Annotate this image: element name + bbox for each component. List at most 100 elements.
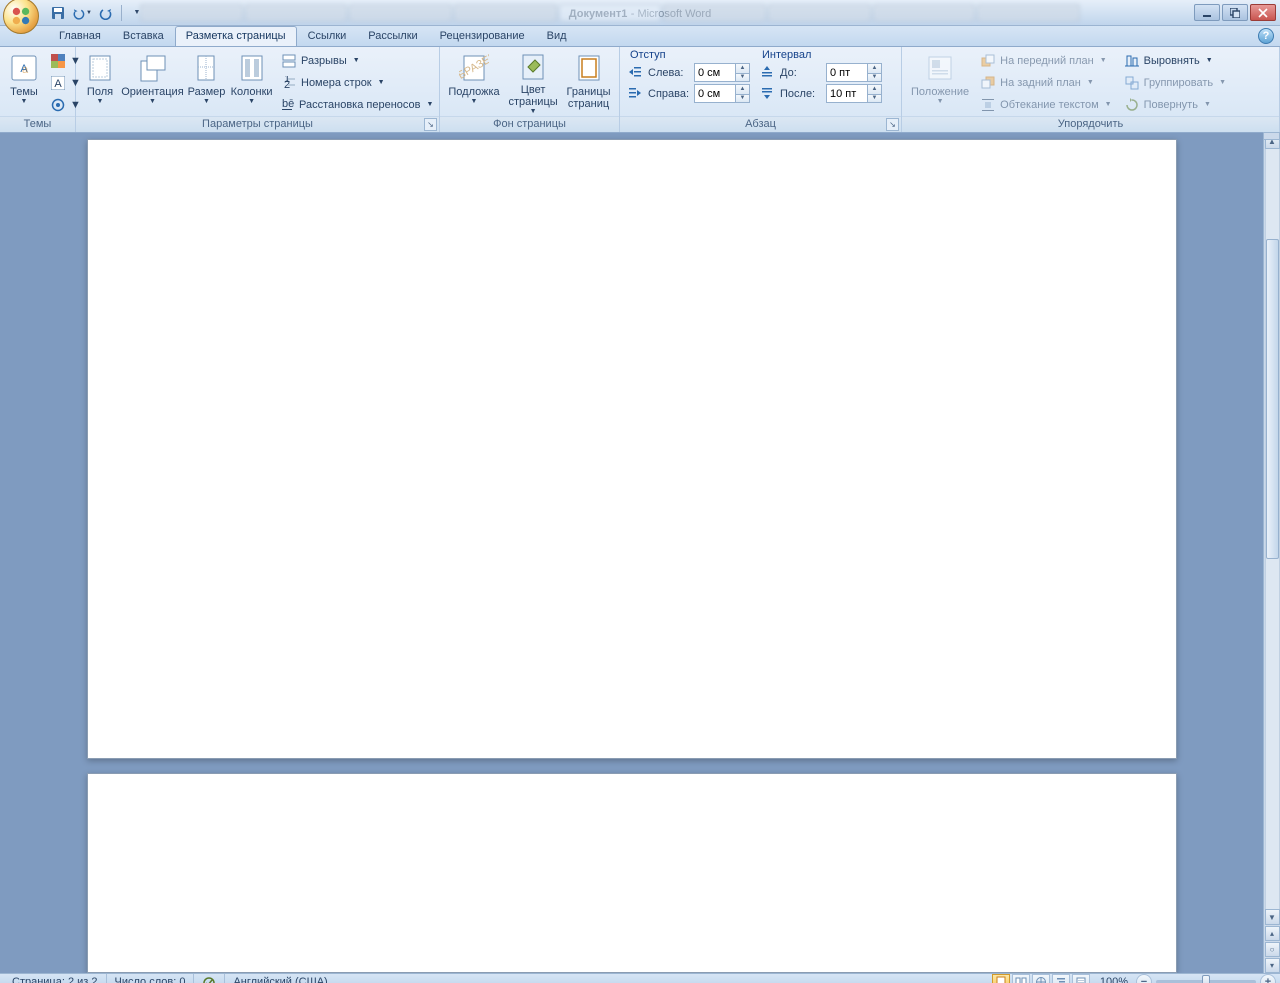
document-page-2[interactable] [87, 773, 1177, 973]
watermark-icon: ОБРАЗЕЦ [458, 52, 490, 84]
bring-front-icon [980, 53, 996, 69]
tab-references[interactable]: Ссылки [297, 26, 358, 46]
page-color-button[interactable]: Цвет страницы▼ [504, 49, 562, 115]
spacing-after-input[interactable] [827, 85, 867, 102]
office-button[interactable] [3, 0, 39, 34]
spacing-header: Интервал [760, 49, 882, 61]
page-setup-dialog-launcher[interactable] [424, 118, 437, 131]
columns-button[interactable]: Колонки▼ [228, 49, 275, 115]
group-button[interactable]: Группировать▼ [1120, 72, 1230, 93]
breaks-icon [281, 53, 297, 69]
print-layout-view-button[interactable] [992, 974, 1010, 983]
previous-page-button[interactable]: ▴ [1265, 926, 1280, 941]
group-paragraph: Отступ Слева: ▲▼ Справа: ▲▼ Интервал До: [620, 47, 902, 132]
web-layout-view-button[interactable] [1032, 974, 1050, 983]
size-icon [190, 52, 222, 84]
window-controls [1194, 4, 1276, 21]
orientation-button[interactable]: Ориентация▼ [120, 49, 185, 115]
document-workspace: ▲ ▼ ▴ ○ ▾ [0, 133, 1280, 973]
margins-button[interactable]: Поля▼ [80, 49, 120, 115]
svg-text:a: a [22, 64, 29, 76]
indent-left-input[interactable] [695, 64, 735, 81]
page-color-icon [517, 52, 549, 82]
spacing-after-spinner[interactable]: ▲▼ [826, 84, 882, 103]
indent-right-icon [628, 86, 644, 102]
document-scroll-area[interactable] [0, 133, 1263, 973]
next-page-button[interactable]: ▾ [1265, 958, 1280, 973]
scroll-track[interactable] [1265, 149, 1280, 909]
vertical-scrollbar[interactable]: ▲ ▼ ▴ ○ ▾ [1263, 133, 1280, 973]
zoom-in-button[interactable]: + [1260, 974, 1276, 983]
background-browser-tabs [140, 0, 1080, 26]
watermark-button[interactable]: ОБРАЗЕЦ Подложка▼ [444, 49, 504, 115]
position-button[interactable]: Положение▼ [906, 49, 974, 115]
bring-to-front-button[interactable]: На передний план▼ [976, 50, 1115, 71]
spacing-before-icon [760, 65, 776, 81]
rotate-button[interactable]: Повернуть▼ [1120, 94, 1230, 115]
hyphenation-button[interactable]: bēРасстановка переносов▼ [277, 94, 433, 115]
zoom-slider-handle[interactable] [1202, 975, 1210, 983]
maximize-button[interactable] [1222, 4, 1248, 21]
tab-insert[interactable]: Вставка [112, 26, 175, 46]
zoom-controls: 100% − + [1096, 974, 1276, 983]
spacing-before-label: До: [780, 67, 822, 79]
group-themes: Aa Темы ▼ ▼ A▼ ▼ Темы [0, 47, 76, 132]
spacing-before-input[interactable] [827, 64, 867, 81]
tab-review[interactable]: Рецензирование [429, 26, 536, 46]
group-page-setup: Поля▼ Ориентация▼ Размер▼ Колонки▼ Разры… [76, 47, 440, 132]
breaks-button[interactable]: Разрывы▼ [277, 50, 433, 71]
tab-view[interactable]: Вид [536, 26, 578, 46]
group-arrange: Положение▼ На передний план▼ На задний п… [902, 47, 1280, 132]
spacing-after-label: После: [780, 88, 822, 100]
language-indicator[interactable]: Английский (США) [225, 974, 335, 983]
help-button[interactable]: ? [1258, 28, 1274, 44]
line-numbers-icon: 12 [281, 75, 297, 91]
scroll-down-button[interactable]: ▼ [1265, 909, 1280, 925]
orientation-icon [136, 52, 168, 84]
redo-icon[interactable] [95, 2, 117, 24]
indent-left-spinner[interactable]: ▲▼ [694, 63, 750, 82]
proofing-button[interactable] [194, 974, 225, 983]
full-screen-reading-view-button[interactable] [1012, 974, 1030, 983]
position-icon [924, 52, 956, 84]
document-page-1[interactable] [87, 139, 1177, 759]
text-wrapping-button[interactable]: Обтекание текстом▼ [976, 94, 1115, 115]
line-numbers-button[interactable]: 12Номера строк▼ [277, 72, 433, 93]
zoom-level[interactable]: 100% [1100, 976, 1128, 983]
indent-left-label: Слева: [648, 67, 690, 79]
tab-home[interactable]: Главная [48, 26, 112, 46]
group-label-arrange: Упорядочить [902, 116, 1279, 132]
select-browse-object-button[interactable]: ○ [1265, 942, 1280, 957]
indent-header: Отступ [628, 49, 750, 61]
split-handle[interactable] [1263, 132, 1280, 140]
spin-up-icon[interactable]: ▲ [736, 64, 749, 73]
scroll-thumb[interactable] [1266, 239, 1279, 559]
themes-button[interactable]: Aa Темы ▼ [4, 49, 44, 115]
save-icon[interactable] [47, 2, 69, 24]
send-to-back-button[interactable]: На задний план▼ [976, 72, 1115, 93]
word-count[interactable]: Число слов: 0 [107, 974, 195, 983]
indent-right-spinner[interactable]: ▲▼ [694, 84, 750, 103]
tab-page-layout[interactable]: Разметка страницы [175, 26, 297, 46]
size-button[interactable]: Размер▼ [185, 49, 228, 115]
spacing-before-spinner[interactable]: ▲▼ [826, 63, 882, 82]
paragraph-dialog-launcher[interactable] [886, 118, 899, 131]
close-button[interactable] [1250, 4, 1276, 21]
outline-view-button[interactable] [1052, 974, 1070, 983]
spin-down-icon[interactable]: ▼ [736, 73, 749, 82]
tab-mailings[interactable]: Рассылки [357, 26, 428, 46]
zoom-out-button[interactable]: − [1136, 974, 1152, 983]
send-back-icon [980, 75, 996, 91]
qat-separator [121, 5, 122, 21]
align-button[interactable]: Выровнять▼ [1120, 50, 1230, 71]
indent-right-input[interactable] [695, 85, 735, 102]
undo-icon[interactable]: ▼ [71, 2, 93, 24]
svg-text:bē: bē [282, 98, 294, 110]
minimize-button[interactable] [1194, 4, 1220, 21]
page-borders-button[interactable]: Границы страниц [562, 49, 615, 115]
draft-view-button[interactable] [1072, 974, 1090, 983]
fonts-icon: A [50, 75, 66, 91]
ribbon: Aa Темы ▼ ▼ A▼ ▼ Темы Поля▼ Ориентация▼ [0, 47, 1280, 133]
page-indicator[interactable]: Страница: 2 из 2 [4, 974, 107, 983]
page-borders-icon [573, 52, 605, 84]
